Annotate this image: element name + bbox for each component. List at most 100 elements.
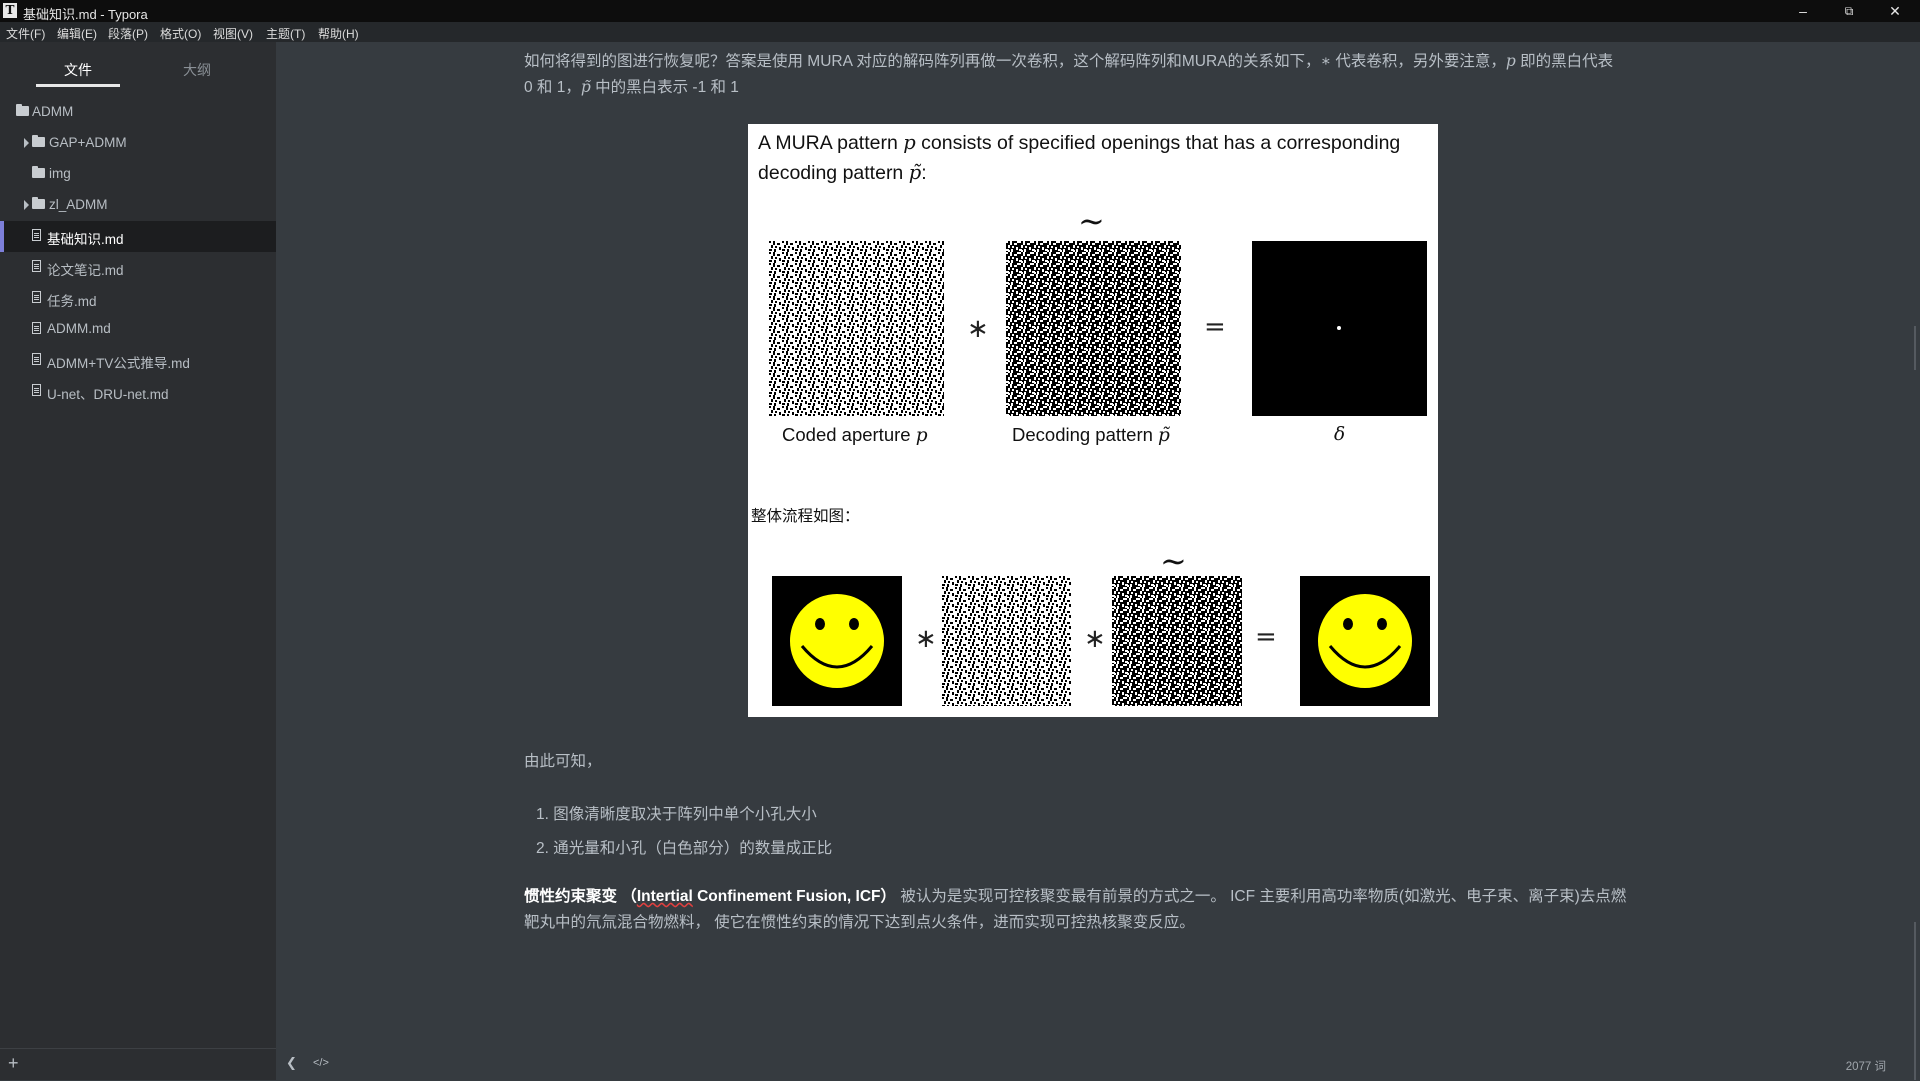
tab-files[interactable]: 文件 xyxy=(64,60,92,80)
tab-outline[interactable]: 大纲 xyxy=(183,60,211,80)
menu-theme[interactable]: 主题(T) xyxy=(266,25,305,42)
icf-text: 被认为是实现可控核聚变最有前景的方式之一。 ICF 主要利用高功率物质(如激光、… xyxy=(896,888,1627,905)
file-icon xyxy=(32,322,41,334)
tree-folder-admm[interactable]: ADMM xyxy=(0,97,276,128)
math-p: p xyxy=(903,131,916,154)
fig-text: decoding pattern xyxy=(758,162,909,184)
editor-content[interactable]: 如何将得到的图进行恢复呢？答案是使用 MURA 对应的解码阵列再做一次卷积，这个… xyxy=(276,42,1920,1080)
folder-icon xyxy=(32,197,45,209)
caption-text: Decoding pattern xyxy=(1012,424,1159,445)
tree-item-label: ADMM+TV公式推导.md xyxy=(47,356,190,371)
file-icon xyxy=(32,353,41,365)
expand-arrow-icon[interactable] xyxy=(24,200,29,210)
convolution-operator: ∗ xyxy=(967,314,989,344)
tilde-mark: ∼ xyxy=(1160,542,1187,580)
math-star: ∗ xyxy=(1320,52,1332,70)
math-p: p xyxy=(915,425,928,446)
code-icon[interactable]: </> xyxy=(313,1057,329,1069)
tree-item-label: ADMM.md xyxy=(47,321,111,336)
intro-text: 中的黑白表示 -1 和 1 xyxy=(590,79,739,96)
tilde-mark: ∼ xyxy=(1078,202,1105,240)
add-file-icon[interactable]: + xyxy=(8,1053,19,1074)
list-item: 2. 通光量和小孔（白色部分）的数量成正比 xyxy=(536,840,833,857)
fig-text: consists of specified openings that has … xyxy=(915,132,1401,154)
close-icon[interactable]: ✕ xyxy=(1872,0,1918,22)
smiley-output-image xyxy=(1300,576,1430,706)
intro-text: 如何将得到的图进行恢复呢？答案是使用 MURA 对应的解码阵列再做一次卷积，这个… xyxy=(524,53,1321,70)
menu-help[interactable]: 帮助(H) xyxy=(318,25,359,42)
file-icon xyxy=(32,229,41,241)
tree-item-label: GAP+ADMM xyxy=(49,135,127,150)
caption-text: Coded aperture xyxy=(782,424,916,445)
minimize-icon[interactable]: – xyxy=(1780,0,1826,22)
tree-item-label: zl_ADMM xyxy=(49,197,108,212)
folder-icon xyxy=(32,135,45,147)
icf-term: 惯性约束聚变 （ xyxy=(524,888,637,905)
tree-file-admm[interactable]: ADMM.md xyxy=(0,314,276,345)
coded-aperture-pattern xyxy=(769,241,944,416)
caption-decoding-pattern: Decoding pattern p̃ xyxy=(1012,424,1170,446)
menu-paragraph[interactable]: 段落(P) xyxy=(108,25,148,42)
math-p: p xyxy=(1505,52,1516,70)
file-sidebar: 文件 大纲 ADMM GAP+ADMM img zl_ADMM 基础知识.md … xyxy=(0,42,276,1080)
scrollbar-marker xyxy=(1914,326,1916,370)
menu-format[interactable]: 格式(O) xyxy=(160,25,201,42)
folder-icon xyxy=(16,104,29,116)
figure-description: A MURA pattern p consists of specified o… xyxy=(758,128,1400,188)
caption-delta: δ xyxy=(1334,424,1346,445)
tree-folder-img[interactable]: img xyxy=(0,159,276,190)
convolution-operator: ∗ xyxy=(1084,624,1106,654)
menu-edit[interactable]: 编辑(E) xyxy=(57,25,97,42)
list-item-text: 图像清晰度取决于阵列中单个小孔大小 xyxy=(553,806,817,823)
tree-item-label: U-net、DRU-net.md xyxy=(47,387,169,402)
menu-file[interactable]: 文件(F) xyxy=(6,25,45,42)
tree-file-jichu[interactable]: 基础知识.md xyxy=(0,221,276,252)
tree-file-renwu[interactable]: 任务.md xyxy=(0,283,276,314)
word-count[interactable]: 2077 词 xyxy=(1846,1058,1886,1074)
spellcheck-word[interactable]: Intertial xyxy=(637,888,693,905)
caption-coded-aperture: Coded aperture p xyxy=(782,424,928,446)
delta-result xyxy=(1252,241,1427,416)
list-item-text: 通光量和小孔（白色部分）的数量成正比 xyxy=(553,840,833,857)
tree-file-unet[interactable]: U-net、DRU-net.md xyxy=(0,376,276,407)
decoding-pattern-small xyxy=(1112,576,1242,706)
tree-folder-gap-admm[interactable]: GAP+ADMM xyxy=(0,128,276,159)
file-icon xyxy=(32,291,41,303)
workflow-label: 整体流程如图： xyxy=(751,508,860,525)
after-figure-text: 由此可知， xyxy=(524,753,602,770)
mura-figure: A MURA pattern p consists of specified o… xyxy=(748,124,1438,717)
icf-term: Confinement Fusion, ICF） xyxy=(692,888,897,905)
mura-pattern-small xyxy=(942,576,1072,706)
tree-item-label: 论文笔记.md xyxy=(47,263,124,278)
expand-arrow-icon[interactable] xyxy=(24,138,29,148)
menu-view[interactable]: 视图(V) xyxy=(213,25,253,42)
intro-paragraph-line1: 如何将得到的图进行恢复呢？答案是使用 MURA 对应的解码阵列再做一次卷积，这个… xyxy=(524,48,1920,75)
math-ptilde: p̃ xyxy=(908,161,922,184)
list-item: 1. 图像清晰度取决于阵列中单个小孔大小 xyxy=(536,806,817,823)
icf-paragraph-line2: 靶丸中的氘氚混合物燃料， 使它在惯性约束的情况下达到点火条件，进而实现可控热核聚… xyxy=(524,914,1195,931)
active-tab-indicator xyxy=(36,84,120,87)
tree-folder-zl-admm[interactable]: zl_ADMM xyxy=(0,190,276,221)
tree-file-admm-tv[interactable]: ADMM+TV公式推导.md xyxy=(0,345,276,376)
restore-icon[interactable]: ⧉ xyxy=(1826,0,1872,22)
equals-operator: = xyxy=(1204,312,1226,342)
menu-bar: 文件(F) 编辑(E) 段落(P) 格式(O) 视图(V) 主题(T) 帮助(H… xyxy=(0,22,1920,42)
window-title: 基础知识.md - Typora xyxy=(23,7,148,22)
equals-operator: = xyxy=(1255,622,1277,652)
typora-app-icon: T xyxy=(3,3,17,18)
intro-text: 代表卷积，另外要注意， xyxy=(1331,53,1506,70)
tree-file-lunwen[interactable]: 论文笔记.md xyxy=(0,252,276,283)
intro-text: 即的黑白代表 xyxy=(1515,53,1614,70)
decoding-pattern xyxy=(1006,241,1181,416)
active-file-indicator xyxy=(0,221,4,252)
tree-item-label: img xyxy=(49,166,71,181)
status-bar: ❮ </> 2077 词 xyxy=(276,1048,1920,1080)
fig-text: A MURA pattern xyxy=(758,132,904,154)
tree-item-label: 任务.md xyxy=(47,294,97,309)
folder-icon xyxy=(32,166,45,178)
chevron-left-icon[interactable]: ❮ xyxy=(286,1055,297,1071)
file-icon xyxy=(32,384,41,396)
tree-item-label: 基础知识.md xyxy=(47,232,124,247)
smiley-input-image xyxy=(772,576,902,706)
scrollbar-thumb[interactable] xyxy=(1914,922,1916,1080)
